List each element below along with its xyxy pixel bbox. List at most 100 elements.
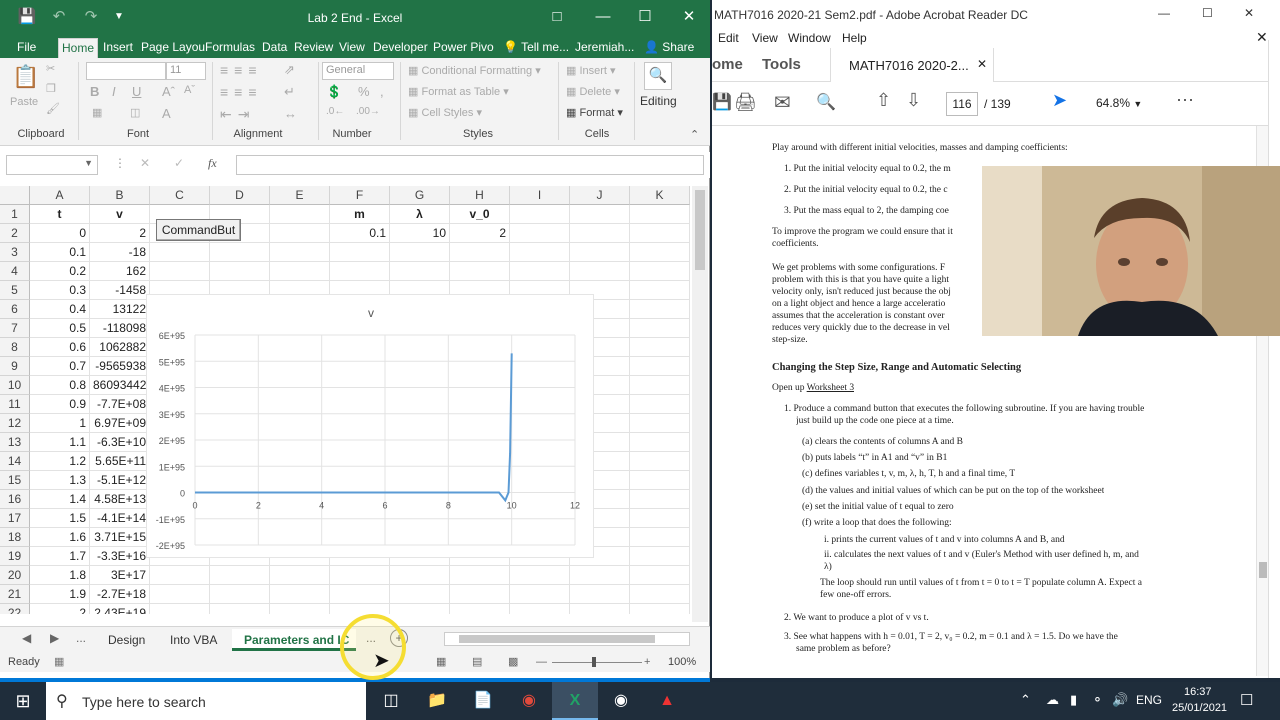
row-header[interactable]: 6 xyxy=(0,300,30,319)
cell[interactable]: 2 xyxy=(450,224,510,243)
horizontal-align-icons[interactable]: ≡≡≡ xyxy=(220,84,263,100)
cell[interactable] xyxy=(270,566,330,585)
cell[interactable]: 0 xyxy=(30,224,90,243)
task-view-icon[interactable]: ◫ xyxy=(368,682,414,720)
row-header[interactable]: 9 xyxy=(0,357,30,376)
enter-icon[interactable]: ✓ xyxy=(174,156,184,170)
tab-data[interactable]: Data xyxy=(259,38,290,58)
row-header[interactable]: 13 xyxy=(0,433,30,452)
next-page-icon[interactable]: ⇩ xyxy=(906,90,921,111)
cell[interactable]: -3.3E+16 xyxy=(90,547,150,566)
cell[interactable] xyxy=(510,224,570,243)
select-all-corner[interactable] xyxy=(0,186,30,205)
cell[interactable] xyxy=(510,262,570,281)
cell[interactable] xyxy=(630,262,690,281)
row-header[interactable]: 14 xyxy=(0,452,30,471)
name-box[interactable]: ▼ xyxy=(6,155,98,175)
chrome-icon[interactable]: ◉ xyxy=(506,682,552,720)
macro-record-icon[interactable]: ▦ xyxy=(54,652,64,672)
cell[interactable]: 0.1 xyxy=(330,224,390,243)
cell[interactable]: 1.1 xyxy=(30,433,90,452)
row-header[interactable]: 3 xyxy=(0,243,30,262)
cell[interactable]: 0.2 xyxy=(30,262,90,281)
cell[interactable] xyxy=(630,490,690,509)
cell[interactable] xyxy=(630,376,690,395)
cell[interactable]: 1.5 xyxy=(30,509,90,528)
tab-formulas[interactable]: Formulas xyxy=(202,38,258,58)
cell[interactable] xyxy=(450,566,510,585)
row-header[interactable]: 2 xyxy=(0,224,30,243)
cell[interactable] xyxy=(570,604,630,614)
cell[interactable]: 2 xyxy=(90,224,150,243)
cell[interactable]: -5.1E+12 xyxy=(90,471,150,490)
bold-icon[interactable]: B xyxy=(90,84,99,99)
column-header[interactable]: H xyxy=(450,186,510,205)
cell[interactable] xyxy=(630,414,690,433)
row-header[interactable]: 7 xyxy=(0,319,30,338)
cell[interactable] xyxy=(630,357,690,376)
cell[interactable]: 2.43E+19 xyxy=(90,604,150,614)
tab-close-icon[interactable]: ✕ xyxy=(977,57,987,71)
cell[interactable]: 10 xyxy=(390,224,450,243)
row-header[interactable]: 18 xyxy=(0,528,30,547)
onedrive-icon[interactable]: ☁ xyxy=(1046,692,1059,708)
cell[interactable] xyxy=(390,566,450,585)
menu-window[interactable]: Window xyxy=(788,31,831,45)
cell[interactable] xyxy=(270,262,330,281)
sheet-overflow-left[interactable]: ... xyxy=(76,631,86,645)
acrobat-taskbar-icon[interactable]: ▲ xyxy=(644,682,690,720)
vertical-align-icons[interactable]: ≡≡≡ xyxy=(220,62,263,78)
cell[interactable] xyxy=(510,585,570,604)
cell[interactable] xyxy=(570,205,630,224)
notifications-icon[interactable]: ☐ xyxy=(1240,691,1253,709)
shrink-font-icon[interactable]: Aˇ xyxy=(184,84,195,96)
cell[interactable] xyxy=(630,224,690,243)
command-button[interactable]: CommandBut xyxy=(156,219,241,241)
page-break-view-icon[interactable]: ▩ xyxy=(508,652,518,672)
decrease-decimal-icon[interactable]: .00→ xyxy=(356,106,380,117)
cell[interactable]: -9565938 xyxy=(90,357,150,376)
cell[interactable] xyxy=(390,585,450,604)
tab-view[interactable]: View xyxy=(336,38,368,58)
zoom-dropdown[interactable]: 64.8% ▼ xyxy=(1092,92,1156,116)
column-header[interactable]: C xyxy=(150,186,210,205)
cell[interactable] xyxy=(330,566,390,585)
redo-icon[interactable]: ↷ xyxy=(78,6,104,28)
zoom-slider[interactable] xyxy=(552,662,642,663)
row-header[interactable]: 17 xyxy=(0,509,30,528)
tab-page-layout[interactable]: Page Layou xyxy=(138,38,208,58)
undo-icon[interactable]: ↶ xyxy=(46,6,72,28)
file-explorer-icon[interactable]: 📁 xyxy=(414,682,460,720)
tab-power-pivot[interactable]: Power Pivo xyxy=(430,38,497,58)
fill-color-icon[interactable]: ◫ xyxy=(130,106,140,119)
column-header[interactable]: F xyxy=(330,186,390,205)
column-header[interactable]: J xyxy=(570,186,630,205)
column-header[interactable]: G xyxy=(390,186,450,205)
cell[interactable] xyxy=(630,547,690,566)
h-scroll-thumb[interactable] xyxy=(459,635,655,643)
cell[interactable]: v_0 xyxy=(450,205,510,224)
cell[interactable] xyxy=(630,281,690,300)
cell[interactable] xyxy=(210,243,270,262)
cell[interactable] xyxy=(570,585,630,604)
normal-view-icon[interactable]: ▦ xyxy=(436,652,446,672)
font-color-icon[interactable]: A xyxy=(162,106,171,121)
accounting-format-icon[interactable]: 💲 xyxy=(326,84,342,100)
row-header[interactable]: 16 xyxy=(0,490,30,509)
cell[interactable] xyxy=(630,566,690,585)
tell-me-search[interactable]: 💡 Tell me... xyxy=(500,38,572,58)
sheet-tab-into-vba[interactable]: Into VBA xyxy=(158,629,229,651)
taskbar-search-box[interactable]: ⚲ Type here to search xyxy=(46,682,366,720)
font-size-box[interactable]: 11 xyxy=(166,62,206,80)
cell[interactable]: 1.4 xyxy=(30,490,90,509)
copy-icon[interactable]: ❐ xyxy=(46,82,56,95)
close-icon[interactable]: ✕ xyxy=(676,6,702,28)
menu-view[interactable]: View xyxy=(752,31,778,45)
row-header[interactable]: 1 xyxy=(0,205,30,224)
cell[interactable]: 0.7 xyxy=(30,357,90,376)
row-header[interactable]: 10 xyxy=(0,376,30,395)
cell[interactable] xyxy=(570,243,630,262)
grow-font-icon[interactable]: Aˆ xyxy=(162,84,175,99)
collapse-ribbon-icon[interactable]: ⌃ xyxy=(690,128,699,141)
cell[interactable]: -118098 xyxy=(90,319,150,338)
